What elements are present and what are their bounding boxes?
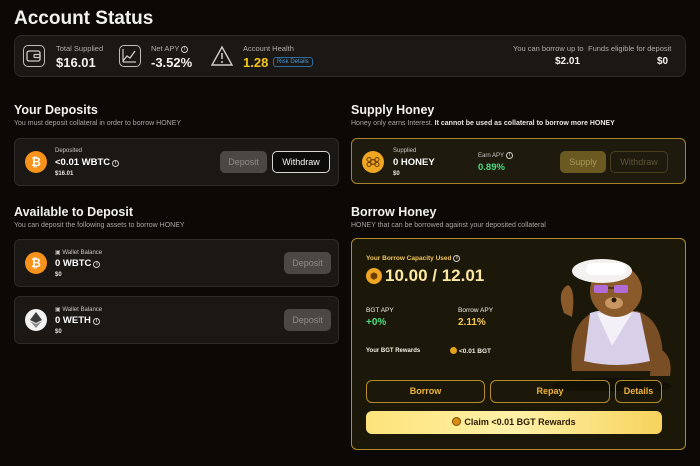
net-apy-label: Net APY i <box>151 44 189 53</box>
wallet-balance-label: ▣ Wallet Balance <box>55 307 103 313</box>
total-supplied-label: Total Supplied <box>56 44 104 53</box>
deposited-amount: <0.01 WBTC i <box>55 157 120 168</box>
earn-apy-label: Earn APY i <box>478 152 514 159</box>
claim-rewards-button[interactable]: Claim <0.01 BGT Rewards <box>366 411 662 434</box>
borrow-up-to-value: $2.01 <box>555 56 581 67</box>
info-icon[interactable]: i <box>112 160 120 167</box>
funds-eligible-value: $0 <box>657 56 669 67</box>
info-icon[interactable]: i <box>506 152 514 159</box>
bear-illustration <box>552 259 672 391</box>
total-supplied-value: $16.01 <box>56 55 96 70</box>
net-apy-value: -3.52% <box>151 55 193 70</box>
borrow-honey-title: Borrow Honey <box>351 205 437 219</box>
bgt-apy-value: +0% <box>366 317 387 328</box>
funds-eligible-label: Funds eligible for deposit <box>588 44 672 53</box>
chart-line-icon <box>119 45 141 67</box>
honey-icon <box>362 151 384 173</box>
available-item-weth: ▣ Wallet Balance 0 WETH i $0 Deposit <box>14 296 339 344</box>
available-title: Available to Deposit <box>14 205 134 219</box>
borrow-button[interactable]: Borrow <box>366 380 485 403</box>
info-icon[interactable]: i <box>92 318 100 325</box>
details-button[interactable]: Details <box>615 380 662 403</box>
wallet-balance-amount: 0 WBTC i <box>55 258 101 269</box>
info-icon[interactable]: i <box>453 255 461 262</box>
supply-honey-subtitle: Honey only earns Interest. It cannot be … <box>351 120 615 127</box>
bitcoin-icon: ₿ <box>25 252 47 274</box>
wallet-balance-label: ▣ Wallet Balance <box>55 250 103 256</box>
info-icon[interactable]: i <box>93 261 101 268</box>
deposits-subtitle: You must deposit collateral in order to … <box>14 120 182 127</box>
page-title: Account Status <box>14 8 154 29</box>
repay-button[interactable]: Repay <box>490 380 610 403</box>
borrow-apy-label: Borrow APY <box>458 307 494 314</box>
bgt-rewards-label: Your BGT Rewards <box>366 348 421 354</box>
deposited-label: Deposited <box>55 148 83 154</box>
borrow-apy-value: 2.11% <box>458 317 486 328</box>
bgt-apy-label: BGT APY <box>366 307 394 314</box>
capacity-label: Your Borrow Capacity Used i <box>366 255 461 262</box>
earn-apy-value: 0.89% <box>478 162 505 173</box>
available-subtitle: You can deposit the following assets to … <box>14 222 185 229</box>
bgt-rewards-value: <0.01 BGT <box>450 347 491 355</box>
deposited-usd: $16.01 <box>55 171 74 177</box>
warning-icon <box>210 45 234 67</box>
supplied-amount: 0 HONEY <box>393 157 435 168</box>
info-icon[interactable]: i <box>181 46 189 53</box>
available-item-wbtc: ₿ ▣ Wallet Balance 0 WBTC i $0 Deposit <box>14 239 339 287</box>
borrow-up-to-label: You can borrow up to <box>513 44 584 53</box>
wallet-balance-usd: $0 <box>55 329 62 335</box>
bgt-token-icon <box>450 347 457 354</box>
deposit-button[interactable]: Deposit <box>220 151 267 173</box>
wallet-balance-amount: 0 WETH i <box>55 315 100 326</box>
account-health-label: Account Health <box>243 44 294 53</box>
capacity-value: 10.00 / 12.01 <box>385 266 485 285</box>
wallet-balance-usd: $0 <box>55 272 62 278</box>
deposit-button[interactable]: Deposit <box>284 309 331 331</box>
supply-honey-card: Supplied 0 HONEY $0 Earn APY i 0.89% Supp… <box>351 138 686 184</box>
honey-icon: ⬢ <box>366 268 382 284</box>
supply-honey-title: Supply Honey <box>351 103 435 117</box>
withdraw-button[interactable]: Withdraw <box>272 151 330 173</box>
risk-details-link[interactable]: Risk Details <box>273 57 313 67</box>
supplied-usd: $0 <box>393 171 400 177</box>
deposits-title: Your Deposits <box>14 103 98 117</box>
withdraw-button[interactable]: Withdraw <box>610 151 668 173</box>
bgt-token-icon <box>452 417 462 426</box>
bitcoin-icon: ₿ <box>25 151 47 173</box>
borrow-honey-subtitle: HONEY that can be borrowed against your … <box>351 222 546 229</box>
supplied-label: Supplied <box>393 148 417 154</box>
borrow-honey-card: Your Borrow Capacity Used i ⬢ 10.00 / 12.… <box>351 238 686 450</box>
deposit-button[interactable]: Deposit <box>284 252 331 274</box>
wallet-icon <box>23 45 45 67</box>
ethereum-icon <box>25 309 47 331</box>
supply-button[interactable]: Supply <box>560 151 606 173</box>
account-status-card: Total Supplied $16.01 Net APY i -3.52% Ac… <box>14 35 686 77</box>
deposit-item-wbtc: ₿ Deposited <0.01 WBTC i $16.01 Deposit W… <box>14 138 339 186</box>
account-health-value: 1.28 <box>243 55 269 70</box>
